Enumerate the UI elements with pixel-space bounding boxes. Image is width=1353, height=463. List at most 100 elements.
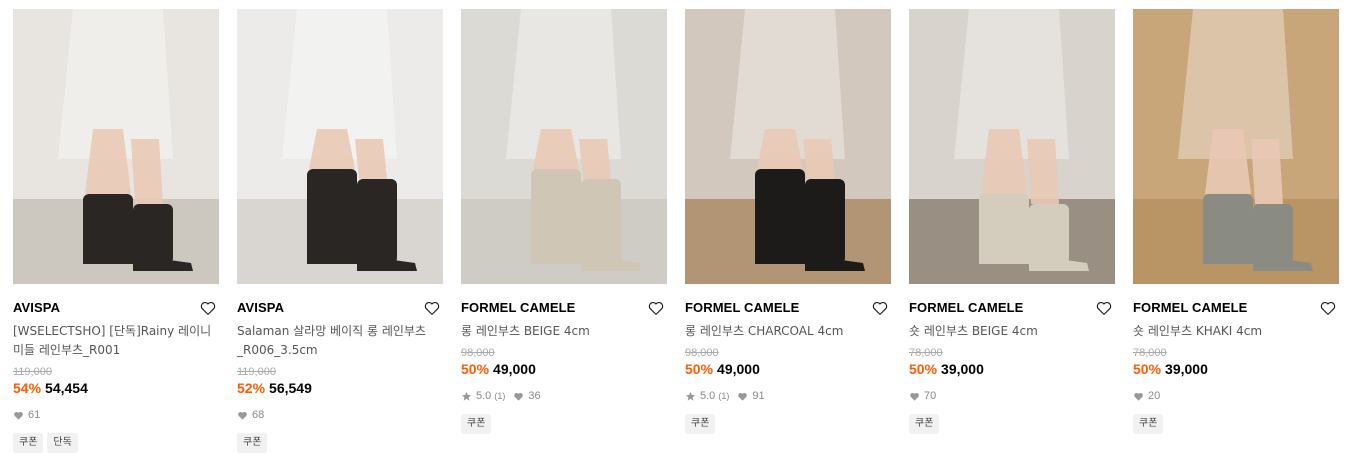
product-title[interactable]: 롱 레인부츠 CHARCOAL 4cm	[685, 322, 885, 341]
product-grid: AVISPA [WSELECTSHO] [단독]Rainy 레이니 미들 레인부…	[0, 0, 1353, 463]
brand-name[interactable]: FORMEL CAMELE	[1133, 298, 1339, 318]
original-price: 98,000	[461, 347, 495, 359]
like-count: 68	[237, 409, 264, 421]
rating: 5.0 (1)	[685, 390, 729, 402]
heart-filled-icon	[738, 392, 748, 401]
like-count-value: 70	[924, 390, 937, 402]
rating-value: 5.0	[700, 390, 716, 402]
tag-badge: 쿠폰	[237, 433, 268, 453]
product-thumbnail[interactable]	[13, 9, 219, 284]
tag-list: 쿠폰	[685, 414, 891, 434]
product-card[interactable]: FORMEL CAMELE 롱 레인부츠 CHARCOAL 4cm 98,000…	[685, 9, 891, 434]
product-image[interactable]	[685, 9, 891, 284]
like-count: 91	[737, 390, 765, 402]
product-thumbnail[interactable]	[237, 9, 443, 284]
heart-filled-icon	[910, 392, 919, 401]
heart-outline-icon[interactable]	[647, 299, 665, 317]
product-image[interactable]	[13, 9, 219, 284]
heart-outline-icon[interactable]	[199, 299, 217, 317]
tag-list: 쿠폰 단독	[13, 433, 219, 453]
tag-badge: 쿠폰	[909, 414, 940, 434]
star-icon	[685, 391, 696, 401]
heart-outline-icon[interactable]	[423, 299, 441, 317]
tag-badge: 쿠폰	[1133, 414, 1164, 434]
price-row: 50% 39,000	[909, 360, 1115, 378]
star-icon	[461, 391, 472, 401]
product-image[interactable]	[909, 9, 1115, 284]
product-card[interactable]: AVISPA Salaman 살라망 베이직 롱 레인부츠_R006_3.5cm…	[237, 9, 443, 453]
product-title[interactable]: 롱 레인부츠 BEIGE 4cm	[461, 322, 661, 341]
brand-name[interactable]: AVISPA	[237, 298, 443, 318]
review-count: (1)	[494, 391, 506, 401]
sale-price: 39,000	[941, 361, 984, 377]
discount-rate: 54%	[13, 380, 42, 396]
tag-list: 쿠폰	[237, 433, 443, 453]
price-row: 50% 49,000	[685, 360, 891, 378]
sale-price: 39,000	[1165, 361, 1208, 377]
tag-list: 쿠폰	[461, 414, 667, 434]
product-image[interactable]	[237, 9, 443, 284]
price-row: 52% 56,549	[237, 379, 443, 397]
tag-badge: 단독	[47, 433, 78, 453]
like-count: 70	[909, 390, 936, 402]
brand-name[interactable]: FORMEL CAMELE	[461, 298, 667, 318]
product-meta: 68	[237, 407, 443, 423]
like-count: 20	[1133, 390, 1160, 402]
tag-badge: 쿠폰	[685, 414, 716, 434]
product-thumbnail[interactable]	[909, 9, 1115, 284]
product-thumbnail[interactable]	[461, 9, 667, 284]
product-image[interactable]	[461, 9, 667, 284]
discount-rate: 50%	[461, 361, 490, 377]
heart-outline-icon[interactable]	[1319, 299, 1337, 317]
original-price: 119,000	[237, 366, 276, 378]
brand-name[interactable]: FORMEL CAMELE	[685, 298, 891, 318]
tag-badge: 쿠폰	[13, 433, 44, 453]
product-meta: 70	[909, 388, 1115, 404]
original-price: 78,000	[1133, 347, 1167, 359]
like-count-value: 36	[528, 390, 541, 402]
original-price: 119,000	[13, 366, 52, 378]
product-card[interactable]: FORMEL CAMELE 숏 레인부츠 KHAKI 4cm 78,000 50…	[1133, 9, 1339, 434]
original-price: 78,000	[909, 347, 943, 359]
price-row: 54% 54,454	[13, 379, 219, 397]
like-count-value: 20	[1148, 390, 1161, 402]
like-count: 36	[513, 390, 541, 402]
product-meta: 5.0 (1) 91	[685, 388, 891, 404]
product-image[interactable]	[1133, 9, 1339, 284]
tag-list: 쿠폰	[909, 414, 1115, 434]
tag-list: 쿠폰	[1133, 414, 1339, 434]
like-count-value: 68	[252, 409, 265, 421]
product-card[interactable]: FORMEL CAMELE 숏 레인부츠 BEIGE 4cm 78,000 50…	[909, 9, 1115, 434]
product-meta: 61	[13, 407, 219, 423]
heart-filled-icon	[514, 392, 524, 401]
product-thumbnail[interactable]	[1133, 9, 1339, 284]
like-count: 61	[13, 409, 40, 421]
heart-filled-icon	[1134, 392, 1143, 401]
tag-badge: 쿠폰	[461, 414, 492, 434]
heart-outline-icon[interactable]	[1095, 299, 1113, 317]
product-title[interactable]: [WSELECTSHO] [단독]Rainy 레이니 미들 레인부츠_R001	[13, 322, 213, 360]
price-row: 50% 39,000	[1133, 360, 1339, 378]
heart-filled-icon	[14, 411, 23, 420]
sale-price: 49,000	[493, 361, 536, 377]
rating: 5.0 (1)	[461, 390, 505, 402]
discount-rate: 50%	[909, 361, 938, 377]
sale-price: 56,549	[269, 380, 312, 396]
product-thumbnail[interactable]	[685, 9, 891, 284]
product-title[interactable]: Salaman 살라망 베이직 롱 레인부츠_R006_3.5cm	[237, 322, 437, 360]
review-count: (1)	[718, 391, 730, 401]
product-meta: 20	[1133, 388, 1339, 404]
product-card[interactable]: AVISPA [WSELECTSHO] [단독]Rainy 레이니 미들 레인부…	[13, 9, 219, 453]
product-title[interactable]: 숏 레인부츠 KHAKI 4cm	[1133, 322, 1333, 341]
brand-name[interactable]: AVISPA	[13, 298, 219, 318]
discount-rate: 50%	[685, 361, 714, 377]
discount-rate: 52%	[237, 380, 266, 396]
product-title[interactable]: 숏 레인부츠 BEIGE 4cm	[909, 322, 1109, 341]
brand-name[interactable]: FORMEL CAMELE	[909, 298, 1115, 318]
product-card[interactable]: FORMEL CAMELE 롱 레인부츠 BEIGE 4cm 98,000 50…	[461, 9, 667, 434]
product-meta: 5.0 (1) 36	[461, 388, 667, 404]
sale-price: 54,454	[45, 380, 88, 396]
original-price: 98,000	[685, 347, 719, 359]
heart-outline-icon[interactable]	[871, 299, 889, 317]
like-count-value: 61	[28, 409, 41, 421]
